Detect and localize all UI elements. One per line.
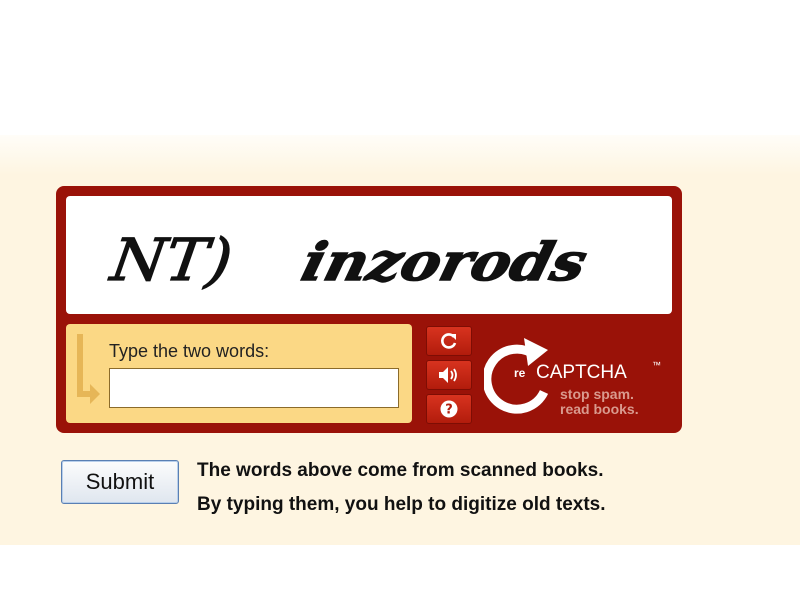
- captcha-image: NT) inzorods: [66, 196, 672, 314]
- help-text: The words above come from scanned books.…: [197, 454, 606, 522]
- svg-text:?: ?: [445, 403, 453, 418]
- captcha-distorted-words: NT) inzorods: [104, 226, 594, 295]
- captcha-word-1: NT): [105, 226, 237, 294]
- audio-icon: [439, 367, 457, 383]
- slogan-line-2: read books.: [560, 401, 639, 417]
- logo-slogan: stop spam. read books.: [560, 387, 639, 417]
- logo-name: CAPTCHA: [536, 362, 627, 383]
- submit-button[interactable]: Submit: [61, 460, 179, 504]
- logo-prefix: re: [514, 366, 526, 380]
- refresh-button[interactable]: [426, 326, 472, 356]
- refresh-icon: [441, 333, 457, 349]
- help-text-line-2: By typing them, you help to digitize old…: [197, 494, 606, 515]
- slogan-line-1: stop spam.: [560, 386, 634, 402]
- audio-button[interactable]: [426, 360, 472, 390]
- logo-trademark: ™: [652, 360, 661, 370]
- arrow-hint-icon: [77, 334, 100, 404]
- response-label: Type the two words:: [109, 341, 270, 361]
- response-area: Type the two words:: [66, 324, 412, 423]
- help-button[interactable]: ?: [426, 394, 472, 424]
- help-icon: ?: [440, 400, 458, 418]
- recaptcha-widget: NT) inzorods Type the two words: ? re CA…: [56, 186, 682, 433]
- captcha-word-2: inzorods: [296, 232, 593, 293]
- recaptcha-branding: re CAPTCHA ™ stop spam. read books.: [484, 326, 674, 426]
- help-text-line-1: The words above come from scanned books.: [197, 460, 604, 481]
- response-input[interactable]: [109, 368, 399, 408]
- control-buttons: ?: [426, 326, 474, 428]
